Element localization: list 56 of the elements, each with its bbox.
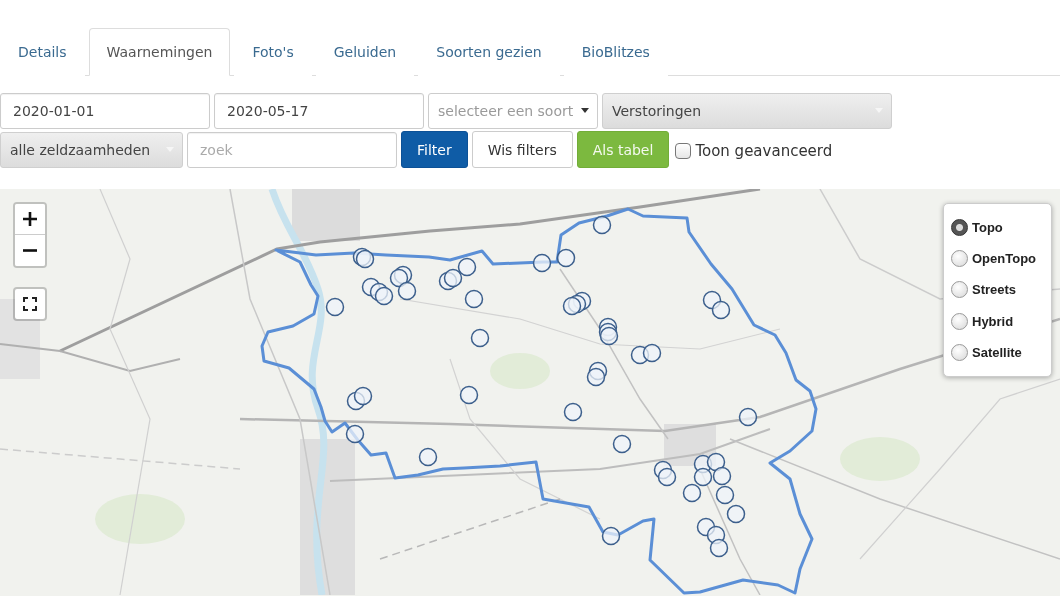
map-marker-icon[interactable]	[711, 300, 731, 320]
plus-icon	[23, 212, 37, 226]
zoom-out-button[interactable]	[15, 235, 45, 266]
map-marker-icon[interactable]	[712, 466, 732, 486]
map-marker-icon[interactable]	[706, 452, 726, 472]
map-marker-icon[interactable]	[459, 385, 479, 405]
map-marker-icon[interactable]	[562, 296, 582, 316]
search-field[interactable]: zoek	[187, 131, 397, 168]
map-marker-icon[interactable]	[397, 281, 417, 301]
checkbox-label[interactable]: Toon geavanceerd	[695, 142, 833, 160]
map-marker-icon[interactable]	[532, 253, 552, 273]
map-marker-icon[interactable]	[563, 402, 583, 422]
radio-button[interactable]	[951, 312, 968, 330]
zoom-in-button[interactable]	[15, 204, 45, 235]
map-marker-icon[interactable]	[612, 434, 632, 454]
map-marker-icon[interactable]	[443, 268, 463, 288]
minus-icon	[23, 249, 37, 252]
map-marker-icon[interactable]	[464, 289, 484, 309]
map-marker-icon[interactable]	[726, 504, 746, 524]
map-marker-icon[interactable]	[470, 328, 490, 348]
layer-label[interactable]: Hybrid	[972, 313, 1014, 329]
date-field[interactable]: 2020-05-17	[214, 92, 424, 129]
layer-label[interactable]: Satellite	[972, 344, 1022, 360]
map-marker-icon[interactable]	[556, 248, 576, 268]
map-marker-icon[interactable]	[657, 467, 677, 487]
map-marker-icon[interactable]	[345, 424, 365, 444]
map-marker-icon[interactable]	[325, 297, 345, 317]
layer-label[interactable]: Topo	[972, 220, 1003, 236]
caret-icon	[581, 108, 589, 113]
map-marker-icon[interactable]	[682, 483, 702, 503]
map-marker-icon[interactable]	[457, 257, 477, 277]
checkbox[interactable]	[675, 143, 692, 159]
map-marker-icon[interactable]	[738, 407, 758, 427]
map-marker-icon[interactable]	[693, 467, 713, 487]
map-marker-icon[interactable]	[353, 386, 373, 406]
action-button[interactable]: Wis filters	[471, 131, 573, 168]
map-marker-icon[interactable]	[709, 538, 729, 558]
layer-label[interactable]: Streets	[972, 282, 1017, 298]
map-marker-icon[interactable]	[592, 215, 612, 235]
map-marker-icon[interactable]	[715, 485, 735, 505]
date-field[interactable]: 2020-01-01	[0, 92, 210, 129]
select-dropdown[interactable]: alle zeldzaamheden	[0, 131, 183, 168]
radio-button[interactable]	[951, 281, 968, 299]
map-marker-icon[interactable]	[642, 343, 662, 363]
radio-button[interactable]	[951, 343, 968, 361]
filter-button[interactable]: Filter	[401, 131, 468, 168]
tab[interactable]: Waarnemingen	[88, 28, 231, 76]
select-dropdown[interactable]: Verstoringen	[602, 92, 892, 129]
map-marker-icon[interactable]	[601, 526, 621, 546]
map-marker-icon[interactable]	[586, 367, 606, 387]
fullscreen-button[interactable]	[13, 287, 47, 321]
map-marker-icon[interactable]	[418, 447, 438, 467]
layer-label[interactable]: OpenTopo	[972, 251, 1037, 267]
radio-button[interactable]	[951, 250, 968, 268]
fullscreen-icon	[23, 297, 37, 311]
radio-button[interactable]	[951, 219, 968, 237]
